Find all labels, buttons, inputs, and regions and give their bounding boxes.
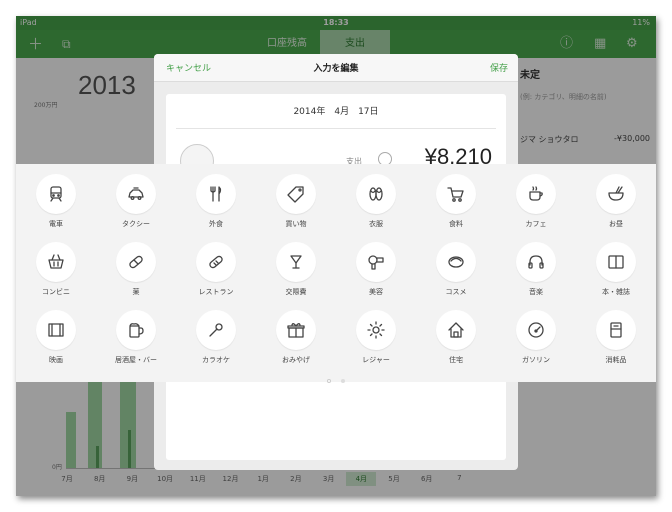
category-picker: 電車 タクシー 外食 買い物 衣服 食料 カフェ お昼コンビニ 薬 レストラン 交際費 美容 コスメ 音楽… <box>16 164 656 383</box>
category-label: 美容 <box>369 288 383 296</box>
category-circle <box>36 174 76 214</box>
category-circle <box>276 174 316 214</box>
category-label: おみやげ <box>282 356 310 364</box>
category-label: お昼 <box>609 220 623 228</box>
category-button[interactable]: 薬 <box>96 236 176 304</box>
category-circle <box>436 310 476 350</box>
category-circle <box>196 310 236 350</box>
save-button[interactable]: 保存 <box>490 61 508 74</box>
category-circle <box>436 242 476 282</box>
category-button[interactable]: 買い物 <box>256 168 336 236</box>
page-dot[interactable] <box>340 379 345 383</box>
category-circle <box>276 242 316 282</box>
category-button[interactable]: ガソリン <box>496 304 576 372</box>
category-button[interactable]: レジャー <box>336 304 416 372</box>
category-circle <box>356 310 396 350</box>
category-label: 住宅 <box>449 356 463 364</box>
category-button[interactable]: 音楽 <box>496 236 576 304</box>
ipad-screen: iPad 18:33 11% ＋ ⧉ 口座残高 支出 ⓘ ▦ ⚙ 2013 20… <box>16 16 656 496</box>
category-circle <box>116 310 156 350</box>
category-label: カフェ <box>525 220 547 228</box>
category-label: 居酒屋・バー <box>115 356 157 364</box>
page-indicator <box>16 368 656 383</box>
category-button[interactable]: レストラン <box>176 236 256 304</box>
date-field[interactable]: 2014年 4月 17日 <box>166 104 506 117</box>
category-button[interactable]: 外食 <box>176 168 256 236</box>
category-label: 消耗品 <box>605 356 627 364</box>
category-label: 薬 <box>132 288 140 296</box>
category-circle <box>356 242 396 282</box>
category-circle <box>516 242 556 282</box>
category-circle <box>36 242 76 282</box>
category-label: 買い物 <box>285 220 307 228</box>
category-circle <box>596 174 636 214</box>
category-button[interactable]: 交際費 <box>256 236 336 304</box>
category-circle <box>276 310 316 350</box>
category-button[interactable]: 食料 <box>416 168 496 236</box>
category-label: 交際費 <box>285 288 307 296</box>
category-label: コスメ <box>445 288 467 296</box>
category-label: ガソリン <box>522 356 550 364</box>
category-label: コンビニ <box>42 288 70 296</box>
divider <box>176 128 496 129</box>
category-button[interactable]: 電車 <box>16 168 96 236</box>
modal-header: キャンセル 入力を編集 保存 <box>154 54 518 82</box>
category-label: タクシー <box>122 220 150 228</box>
category-button[interactable]: コンビニ <box>16 236 96 304</box>
category-button[interactable]: コスメ <box>416 236 496 304</box>
category-label: 衣服 <box>369 220 383 228</box>
category-circle <box>116 174 156 214</box>
category-button[interactable]: 衣服 <box>336 168 416 236</box>
category-label: 本・雑誌 <box>602 288 630 296</box>
category-label: カラオケ <box>202 356 230 364</box>
category-label: 外食 <box>209 220 223 228</box>
category-button[interactable]: 本・雑誌 <box>576 236 656 304</box>
category-button[interactable]: 美容 <box>336 236 416 304</box>
category-button[interactable]: お昼 <box>576 168 656 236</box>
category-button[interactable]: タクシー <box>96 168 176 236</box>
category-button[interactable]: 居酒屋・バー <box>96 304 176 372</box>
category-button[interactable]: カラオケ <box>176 304 256 372</box>
category-circle <box>596 310 636 350</box>
category-circle <box>196 242 236 282</box>
category-label: 食料 <box>449 220 463 228</box>
category-circle <box>36 310 76 350</box>
category-button[interactable]: カフェ <box>496 168 576 236</box>
category-circle <box>116 242 156 282</box>
category-label: 映画 <box>49 356 63 364</box>
category-circle <box>356 174 396 214</box>
category-button[interactable]: 住宅 <box>416 304 496 372</box>
category-label: レストラン <box>198 288 234 296</box>
category-circle <box>516 174 556 214</box>
category-circle <box>516 310 556 350</box>
category-label: レジャー <box>362 356 390 364</box>
category-label: 電車 <box>49 220 63 228</box>
modal-title: 入力を編集 <box>313 64 359 74</box>
category-circle <box>596 242 636 282</box>
category-button[interactable]: 消耗品 <box>576 304 656 372</box>
category-circle <box>196 174 236 214</box>
category-circle <box>436 174 476 214</box>
category-button[interactable]: おみやげ <box>256 304 336 372</box>
category-label: 音楽 <box>529 288 543 296</box>
category-button[interactable]: 映画 <box>16 304 96 372</box>
